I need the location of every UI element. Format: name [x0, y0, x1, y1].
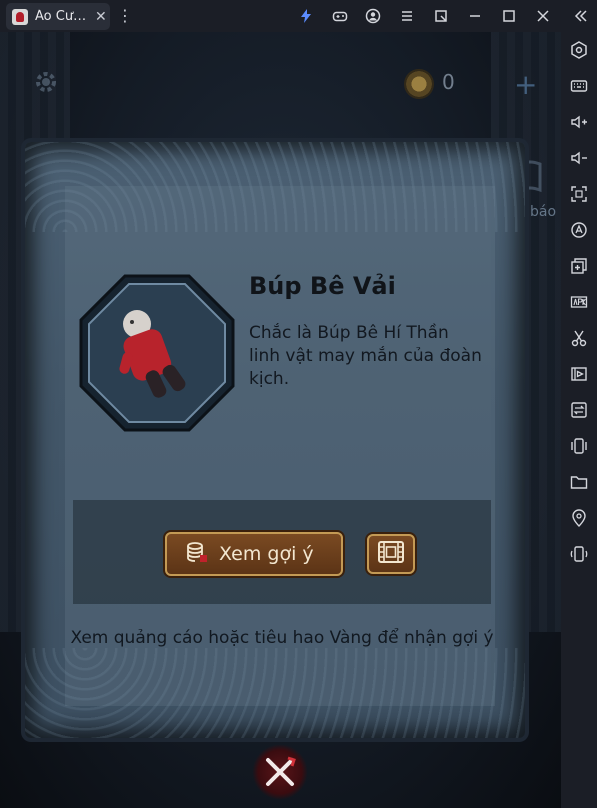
- close-dialog-button[interactable]: [252, 744, 308, 800]
- multi-instance-icon[interactable]: [569, 256, 589, 276]
- volume-up-icon[interactable]: [569, 112, 589, 132]
- apk-install-icon[interactable]: [569, 292, 589, 312]
- settings-hex-icon[interactable]: [569, 40, 589, 60]
- game-viewport: 0 + báo Búp Bê Vải Chắc là Búp Bê Hí Thầ…: [0, 32, 561, 808]
- film-icon: [378, 541, 404, 567]
- view-hint-button[interactable]: Xem gợi ý: [165, 532, 343, 576]
- sync-icon[interactable]: [569, 400, 589, 420]
- title-bar: Áo Cư… ✕ ⋮: [0, 0, 597, 32]
- coin-count: 0: [442, 70, 455, 94]
- hint-footer-text: Xem quảng cáo hoặc tiêu hao Vàng để nhận…: [70, 628, 494, 648]
- watch-ad-button[interactable]: [367, 534, 415, 574]
- collapse-sidebar-icon[interactable]: [571, 6, 591, 26]
- close-icon[interactable]: [533, 6, 553, 26]
- shake-icon[interactable]: [569, 436, 589, 456]
- screenshot-scissors-icon[interactable]: [569, 328, 589, 348]
- record-video-icon[interactable]: [569, 364, 589, 384]
- auto-macro-icon[interactable]: [569, 220, 589, 240]
- item-title: Búp Bê Vải: [249, 272, 396, 300]
- gamepad-icon[interactable]: [330, 6, 350, 26]
- crossed-blades-icon: [266, 756, 296, 786]
- item-portrait-frame: [79, 274, 235, 432]
- hamburger-icon[interactable]: [397, 6, 417, 26]
- view-hint-label: Xem gợi ý: [219, 543, 314, 565]
- app-tab[interactable]: Áo Cư… ✕: [6, 3, 110, 30]
- gear-icon[interactable]: [32, 68, 60, 96]
- window-mode-icon[interactable]: [431, 6, 451, 26]
- location-icon[interactable]: [569, 508, 589, 528]
- tab-close-button[interactable]: ✕: [95, 9, 107, 25]
- coin-icon: [404, 69, 434, 99]
- folder-icon[interactable]: [569, 472, 589, 492]
- tab-title: Áo Cư…: [35, 9, 87, 24]
- volume-down-icon[interactable]: [569, 148, 589, 168]
- item-description: Chắc là Búp Bê Hí Thần linh vật may mắn …: [249, 323, 482, 389]
- keyboard-icon[interactable]: [569, 76, 589, 96]
- maximize-icon[interactable]: [499, 6, 519, 26]
- emulator-sidebar: [561, 32, 597, 808]
- add-coins-button[interactable]: +: [514, 68, 537, 101]
- emulator-window: Áo Cư… ✕ ⋮ 0 + báo Búp Bê Vải Chắc là Bú…: [0, 0, 597, 808]
- side-menu-label[interactable]: báo: [530, 204, 556, 220]
- account-icon[interactable]: [363, 6, 383, 26]
- gold-stack-icon: [185, 540, 209, 568]
- item-dialog: Búp Bê Vải Chắc là Búp Bê Hí Thần linh v…: [25, 142, 525, 738]
- rotate-icon[interactable]: [569, 544, 589, 564]
- fullscreen-icon[interactable]: [569, 184, 589, 204]
- more-menu-button[interactable]: ⋮: [117, 6, 133, 25]
- minimize-icon[interactable]: [465, 6, 485, 26]
- app-icon: [12, 8, 28, 25]
- bolt-icon[interactable]: [296, 6, 316, 26]
